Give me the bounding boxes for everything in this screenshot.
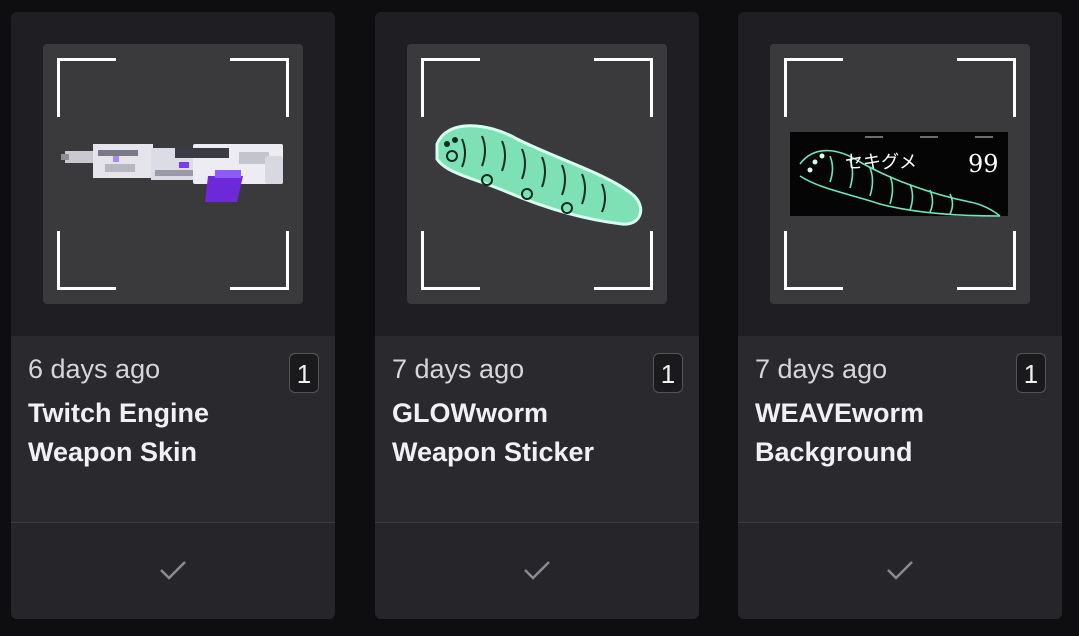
received-time: 7 days ago (755, 354, 888, 384)
frame-corner-bottom-right (957, 231, 1016, 290)
check-icon (524, 561, 550, 580)
card-footer[interactable] (11, 522, 335, 619)
card-footer[interactable] (738, 522, 1062, 619)
frame-corner-top-right (230, 58, 289, 117)
card-media: セキグメ 99 (738, 12, 1062, 336)
quantity-badge: 1 (653, 353, 683, 393)
received-time: 7 days ago (392, 354, 525, 384)
reward-thumbnail: セキグメ 99 (770, 44, 1030, 304)
frame-corner-bottom-left (57, 231, 116, 290)
check-icon (160, 561, 186, 580)
reward-card[interactable]: セキグメ 99 7 days ago WEAVEworm Background … (738, 12, 1062, 619)
frame-corner-top-right (594, 58, 653, 117)
card-footer[interactable] (375, 522, 699, 619)
reward-card[interactable]: 7 days ago GLOWworm Weapon Sticker 1 (375, 12, 699, 619)
frame-corner-top-right (957, 58, 1016, 117)
frame-corner-bottom-left (784, 231, 843, 290)
reward-thumbnail (43, 44, 303, 304)
frame-corner-top-left (784, 58, 843, 117)
frame-corner-bottom-right (230, 231, 289, 290)
received-time: 6 days ago (28, 354, 161, 384)
frame-corner-top-left (57, 58, 116, 117)
frame-corner-bottom-left (421, 231, 480, 290)
reward-title: WEAVEworm Background (755, 398, 925, 467)
reward-title: GLOWworm Weapon Sticker (392, 398, 595, 467)
quantity-badge: 1 (289, 353, 319, 393)
card-media (375, 12, 699, 336)
frame-corner-bottom-right (594, 231, 653, 290)
check-icon (887, 561, 913, 580)
svg-text:セキグメ: セキグメ (845, 152, 917, 173)
card-media (11, 12, 335, 336)
card-info: 6 days ago Twitch Engine Weapon Skin 1 (11, 336, 335, 522)
frame-corner-top-left (421, 58, 480, 117)
reward-title: Twitch Engine Weapon Skin (28, 398, 209, 467)
card-info: 7 days ago GLOWworm Weapon Sticker 1 (375, 336, 699, 522)
card-info: 7 days ago WEAVEworm Background 1 (738, 336, 1062, 522)
reward-thumbnail (407, 44, 667, 304)
svg-text:99: 99 (968, 150, 999, 178)
reward-card[interactable]: 6 days ago Twitch Engine Weapon Skin 1 (11, 12, 335, 619)
quantity-badge: 1 (1016, 353, 1046, 393)
